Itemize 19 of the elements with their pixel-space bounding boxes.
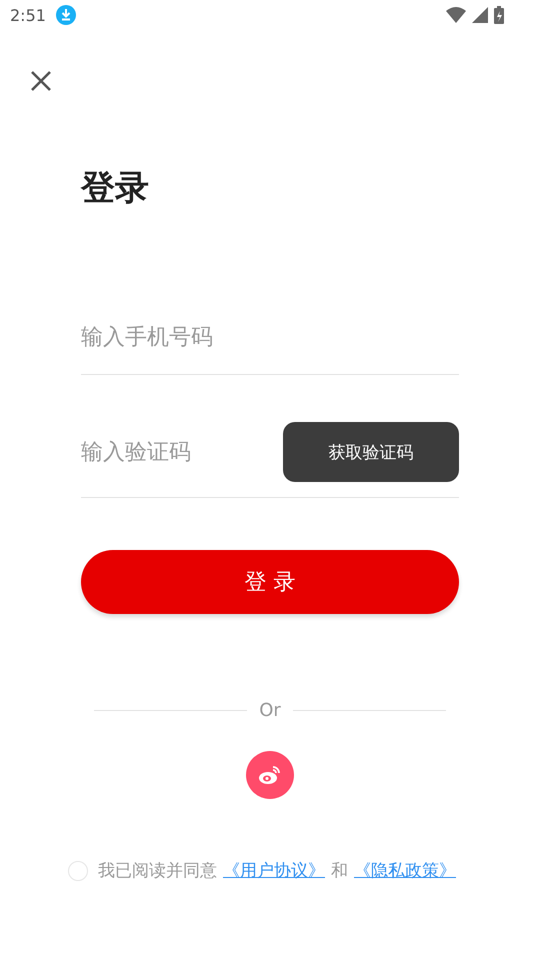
divider-label: Or	[259, 700, 281, 721]
code-field[interactable]: 输入验证码	[81, 422, 283, 482]
login-button[interactable]: 登 录	[81, 550, 459, 614]
battery-icon	[494, 6, 504, 24]
weibo-icon	[258, 765, 282, 785]
agreement-text: 我已阅读并同意	[98, 860, 217, 882]
signal-icon	[472, 7, 488, 23]
agreement-checkbox[interactable]	[68, 860, 88, 880]
agreement-text: 和	[331, 860, 348, 882]
wifi-icon	[446, 7, 466, 23]
close-icon	[30, 70, 52, 92]
privacy-policy-link[interactable]: 《隐私政策》	[354, 859, 456, 882]
get-code-button[interactable]: 获取验证码	[283, 422, 459, 482]
status-time: 2:51	[10, 6, 46, 24]
download-icon	[56, 5, 76, 25]
page-title: 登录	[81, 168, 150, 208]
phone-field[interactable]: 输入手机号码	[81, 280, 459, 375]
user-agreement-link[interactable]: 《用户协议》	[223, 859, 325, 882]
weibo-login-button[interactable]	[246, 751, 294, 799]
